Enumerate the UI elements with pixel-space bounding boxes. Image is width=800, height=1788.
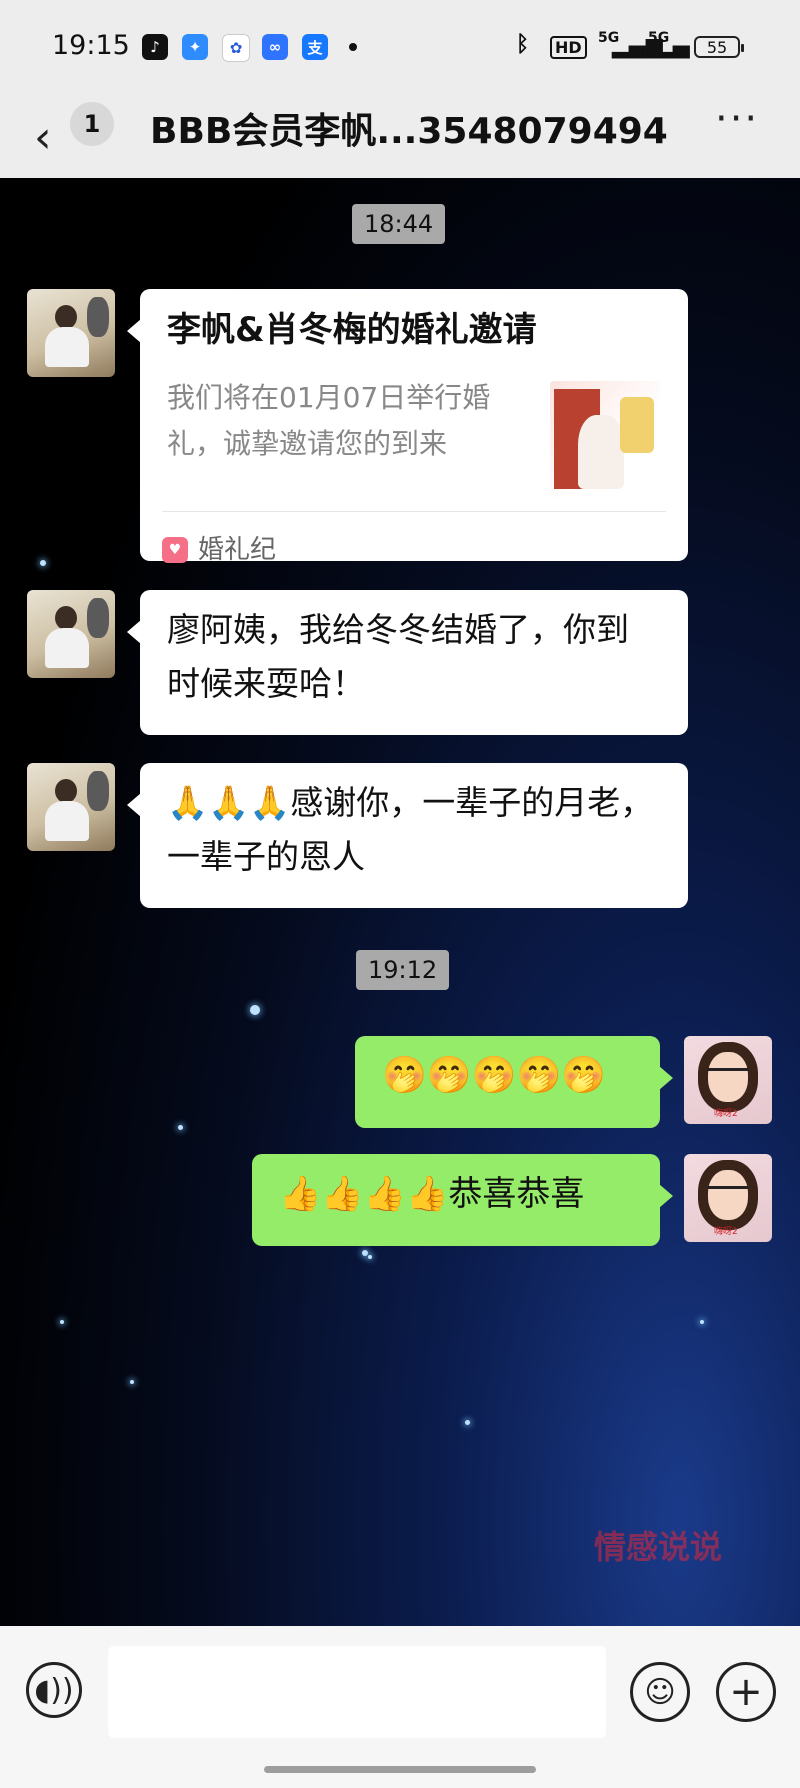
- invite-card-source: ♥ 婚礼纪: [162, 523, 276, 577]
- home-indicator[interactable]: [264, 1766, 536, 1773]
- alipay-icon: 支: [302, 34, 328, 60]
- background-star: [362, 1250, 368, 1256]
- chat-screen: 19:15 ♪ ✦ ✿ ∞ 支 ᛒ HD 5G ▂▄▆ 5G ▂▄ 55 ‹ 1…: [0, 0, 800, 1788]
- contact-avatar[interactable]: [27, 590, 115, 678]
- hd-icon: HD: [550, 36, 587, 59]
- tiktok-icon: ♪: [142, 34, 168, 60]
- background-star: [40, 560, 46, 566]
- infinity-icon: ∞: [262, 34, 288, 60]
- more-options-icon[interactable]: ···: [715, 96, 759, 142]
- sent-message[interactable]: 🤭🤭🤭🤭🤭: [355, 1036, 673, 1128]
- status-bar: 19:15 ♪ ✦ ✿ ∞ 支 ᛒ HD 5G ▂▄▆ 5G ▂▄ 55: [0, 0, 800, 96]
- back-icon[interactable]: ‹: [34, 112, 52, 163]
- plus-icon[interactable]: +: [716, 1662, 776, 1722]
- signal-2-icon: ▂▄: [662, 34, 690, 59]
- background-star: [465, 1420, 470, 1425]
- message-input[interactable]: [108, 1646, 606, 1738]
- background-star: [250, 1005, 260, 1015]
- input-bar: ◖)) ☺ +: [0, 1626, 800, 1788]
- chat-header: ‹ 1 BBB会员李帆...3548079494 ···: [0, 96, 800, 178]
- my-avatar[interactable]: 嗨呀2: [684, 1154, 772, 1242]
- background-star: [60, 1320, 64, 1324]
- avatar-tag: 嗨呀2: [714, 1227, 738, 1237]
- received-message[interactable]: 廖阿姨，我给冬冬结婚了，你到时候来耍哈！: [127, 590, 688, 735]
- invite-card-description: 我们将在01月07日举行婚礼，诚挚邀请您的到来: [167, 381, 491, 460]
- background-star: [700, 1320, 704, 1324]
- timestamp: 19:12: [356, 950, 450, 990]
- more-notifications-dot: [349, 43, 357, 51]
- timestamp: 18:44: [352, 204, 446, 244]
- chat-title: BBB会员李帆...3548079494: [150, 111, 668, 152]
- card-divider: [162, 511, 666, 512]
- battery-icon: 55: [694, 36, 744, 58]
- received-message[interactable]: 🙏🙏🙏感谢你，一辈子的月老，一辈子的恩人: [127, 763, 688, 908]
- unread-count-badge[interactable]: 1: [70, 102, 114, 146]
- background-star: [178, 1125, 183, 1130]
- my-avatar[interactable]: 嗨呀2: [684, 1036, 772, 1124]
- background-star: [130, 1380, 134, 1384]
- sent-message[interactable]: 👍👍👍👍恭喜恭喜: [252, 1154, 673, 1246]
- background-star: [368, 1255, 372, 1259]
- bluetooth-icon: ᛒ: [516, 32, 530, 57]
- invite-card-thumbnail: [550, 381, 660, 497]
- blue-bird-icon: ✦: [182, 34, 208, 60]
- status-time: 19:15: [52, 30, 130, 61]
- avatar-tag: 嗨呀2: [714, 1109, 738, 1119]
- invite-card-title: 李帆&肖冬梅的婚礼邀请: [167, 310, 537, 350]
- watermark: 情感说说: [594, 1528, 723, 1566]
- contact-avatar[interactable]: [27, 763, 115, 851]
- contact-avatar[interactable]: [27, 289, 115, 377]
- wedding-invite-card[interactable]: 李帆&肖冬梅的婚礼邀请 我们将在01月07日举行婚礼，诚挚邀请您的到来 ♥ 婚礼…: [127, 289, 688, 565]
- hunlji-logo-icon: ♥: [162, 537, 188, 563]
- baidu-paw-icon: ✿: [222, 34, 250, 62]
- voice-icon[interactable]: ◖)): [26, 1662, 82, 1718]
- invite-card-source-name: 婚礼纪: [198, 535, 277, 565]
- emoji-icon[interactable]: ☺: [630, 1662, 690, 1722]
